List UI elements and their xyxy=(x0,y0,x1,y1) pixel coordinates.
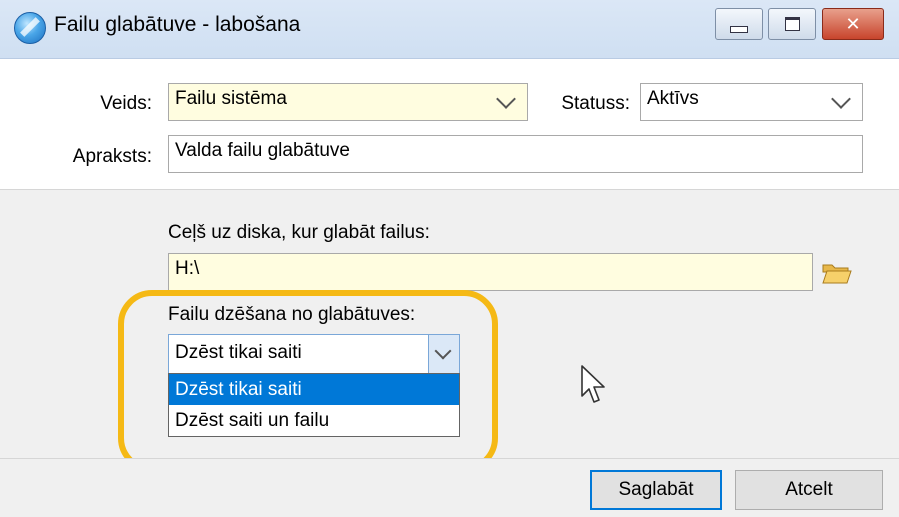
chevron-down-icon xyxy=(496,89,516,109)
storage-app-icon xyxy=(14,12,46,44)
maximize-button[interactable] xyxy=(768,8,816,40)
type-label: Veids: xyxy=(100,93,152,114)
description-input[interactable]: Valda failu glabātuve xyxy=(168,135,863,173)
status-value: Aktīvs xyxy=(647,88,699,109)
minimize-button[interactable] xyxy=(715,8,763,40)
general-section: Veids: Failu sistēma Statuss: Aktīvs Apr… xyxy=(0,59,899,190)
delete-mode-select[interactable]: Dzēst tikai saiti xyxy=(168,334,460,374)
minimize-icon xyxy=(730,25,748,33)
edit-dialog: Failu glabātuve - labošana ✕ Veids: Fail… xyxy=(0,0,899,517)
title-bar[interactable]: Failu glabātuve - labošana ✕ xyxy=(0,0,899,59)
save-button[interactable]: Saglabāt xyxy=(590,470,722,510)
description-value: Valda failu glabātuve xyxy=(175,140,350,161)
description-label: Apraksts: xyxy=(72,146,152,167)
cancel-button[interactable]: Atcelt xyxy=(735,470,883,510)
path-input[interactable]: H:\ xyxy=(168,253,813,291)
delete-mode-options: Dzēst tikai saiti Dzēst saiti un failu xyxy=(168,373,460,437)
path-label: Ceļš uz diska, kur glabāt failus: xyxy=(168,222,430,243)
chevron-down-icon xyxy=(434,342,452,360)
dropdown-button[interactable] xyxy=(428,335,459,373)
status-label: Statuss: xyxy=(561,93,630,114)
option-delete-link-only[interactable]: Dzēst tikai saiti xyxy=(169,374,459,405)
chevron-down-icon xyxy=(831,89,851,109)
mouse-pointer-icon xyxy=(581,365,605,403)
status-select[interactable]: Aktīvs xyxy=(640,83,863,121)
close-icon: ✕ xyxy=(845,13,861,34)
close-button[interactable]: ✕ xyxy=(822,8,884,40)
maximize-icon xyxy=(784,17,800,31)
type-select[interactable]: Failu sistēma xyxy=(168,83,528,121)
folder-open-icon[interactable] xyxy=(822,262,852,284)
delete-mode-value: Dzēst tikai saiti xyxy=(175,342,302,363)
type-value: Failu sistēma xyxy=(175,88,287,109)
delete-label: Failu dzēšana no glabātuves: xyxy=(168,304,416,325)
path-value: H:\ xyxy=(175,258,200,279)
window-title: Failu glabātuve - labošana xyxy=(54,13,301,36)
option-delete-link-and-file[interactable]: Dzēst saiti un failu xyxy=(169,405,459,436)
